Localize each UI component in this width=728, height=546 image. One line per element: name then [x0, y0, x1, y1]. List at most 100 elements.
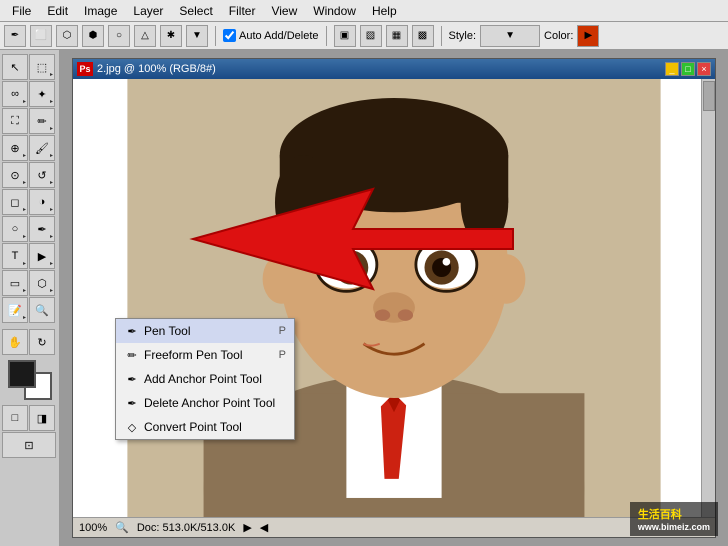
3d-tool[interactable]: ⬡ ▸	[29, 270, 55, 296]
red-arrow	[173, 139, 523, 339]
dropdown-arrow: ▸	[50, 71, 53, 78]
pen-mode-btn-2[interactable]: ⬜	[30, 25, 52, 47]
screen-mode[interactable]: ⊡	[2, 432, 56, 458]
pen-shape-dropdown[interactable]: ▼	[186, 25, 208, 47]
healing-icon: ⊕	[10, 142, 19, 155]
auto-add-delete[interactable]: Auto Add/Delete	[223, 29, 319, 42]
menu-file[interactable]: File	[4, 2, 39, 20]
foreground-color[interactable]	[8, 360, 36, 388]
pen-mode-btn-3[interactable]: ⬡	[56, 25, 78, 47]
eraser-tool[interactable]: ◻ ▸	[2, 189, 28, 215]
tool-row-9: ▭ ▸ ⬡ ▸	[2, 270, 57, 296]
document-title-group: Ps 2.jpg @ 100% (RGB/8#)	[77, 62, 216, 76]
convert-point-icon: ◇	[124, 419, 140, 435]
scrollbar-thumb[interactable]	[703, 81, 715, 111]
dropdown-arrow: ▸	[23, 179, 26, 186]
document-status-bar: 100% 🔍 Doc: 513.0K/513.0K ▶ ◀	[73, 517, 715, 537]
quick-mask-standard[interactable]: □	[2, 405, 28, 431]
color-label: Color:	[544, 30, 573, 42]
history-brush-tool[interactable]: ↺ ▸	[29, 162, 55, 188]
menu-window[interactable]: Window	[305, 2, 364, 20]
menu-item-delete-anchor[interactable]: ✒ Delete Anchor Point Tool	[116, 391, 294, 415]
quick-mask-mode[interactable]: ◨	[29, 405, 55, 431]
dropdown-arrow: ▸	[23, 260, 26, 267]
brush-tool[interactable]: 🖌 ▸	[29, 135, 55, 161]
dropdown-arrow: ▸	[23, 98, 26, 105]
healing-tool[interactable]: ⊕ ▸	[2, 135, 28, 161]
dropdown-arrow: ▸	[50, 152, 53, 159]
menu-layer[interactable]: Layer	[125, 2, 171, 20]
pen-mode-btn-5[interactable]: ○	[108, 25, 130, 47]
hand-icon: ✋	[8, 336, 22, 349]
quick-mask-icon: ◨	[37, 412, 47, 425]
menu-item-freeform-pen[interactable]: ✏ Freeform Pen Tool P	[116, 343, 294, 367]
zoom-icon: 🔍	[35, 304, 49, 317]
dropdown-arrow: ▸	[23, 152, 26, 159]
menu-bar: File Edit Image Layer Select Filter View…	[0, 0, 728, 22]
dodge-tool[interactable]: ○ ▸	[2, 216, 28, 242]
tool-row-3: ⛶ ✏ ▸	[2, 108, 57, 134]
auto-add-delete-checkbox[interactable]	[223, 29, 236, 42]
path-btn-4[interactable]: ▩	[412, 25, 434, 47]
pen-tool-flyout-menu: ✒ Pen Tool P ✏ Freeform Pen Tool P ✒ Add…	[115, 318, 295, 440]
menu-select[interactable]: Select	[171, 2, 220, 20]
menu-item-convert-point[interactable]: ◇ Convert Point Tool	[116, 415, 294, 439]
close-button[interactable]: ×	[697, 62, 711, 76]
convert-point-label: Convert Point Tool	[144, 420, 242, 434]
crop-icon: ⛶	[11, 115, 19, 128]
color-swatch[interactable]: ▶	[577, 25, 599, 47]
status-icon: 🔍	[115, 521, 129, 534]
maximize-button[interactable]: □	[681, 62, 695, 76]
tool-row-10: 📝 ▸ 🔍	[2, 297, 57, 323]
menu-item-add-anchor[interactable]: ✒ Add Anchor Point Tool	[116, 367, 294, 391]
style-dropdown[interactable]: ▼	[480, 25, 540, 47]
menu-help[interactable]: Help	[364, 2, 405, 20]
notes-tool[interactable]: 📝 ▸	[2, 297, 28, 323]
dropdown-arrow: ▸	[23, 233, 26, 240]
lasso-tool[interactable]: ∞ ▸	[2, 81, 28, 107]
status-arrow: ▶	[243, 521, 251, 534]
convert-point-label-group: ◇ Convert Point Tool	[124, 419, 242, 435]
pen-mode-btn-1[interactable]: ✒	[4, 25, 26, 47]
vertical-scrollbar[interactable]	[701, 79, 715, 517]
magic-wand-tool[interactable]: ✦ ▸	[29, 81, 55, 107]
hand-tool[interactable]: ✋	[2, 329, 28, 355]
menu-edit[interactable]: Edit	[39, 2, 76, 20]
path-btn-2[interactable]: ▧	[360, 25, 382, 47]
rectangle-select-tool[interactable]: ⬚ ▸	[29, 54, 55, 80]
path-btn-3[interactable]: ▦	[386, 25, 408, 47]
watermark-url: www.bimeiz.com	[638, 522, 710, 532]
delete-anchor-label: Delete Anchor Point Tool	[144, 396, 275, 410]
menu-image[interactable]: Image	[76, 2, 125, 20]
gradient-tool[interactable]: ◑ ▸	[29, 189, 55, 215]
minimize-button[interactable]: _	[665, 62, 679, 76]
zoom-tool[interactable]: 🔍	[29, 297, 55, 323]
pen-tool[interactable]: ✒ ▸	[29, 216, 55, 242]
pen-mode-btn-7[interactable]: ✱	[160, 25, 182, 47]
rect-shape-tool[interactable]: ▭ ▸	[2, 270, 28, 296]
dropdown-arrow: ▸	[50, 98, 53, 105]
color-swatch-area	[8, 360, 52, 400]
move-icon: ↖	[10, 61, 19, 74]
delete-anchor-icon: ✒	[124, 395, 140, 411]
pen-mode-btn-6[interactable]: △	[134, 25, 156, 47]
auto-add-delete-label: Auto Add/Delete	[239, 30, 319, 42]
crop-tool[interactable]: ⛶	[2, 108, 28, 134]
menu-filter[interactable]: Filter	[221, 2, 264, 20]
clone-stamp-tool[interactable]: ⊙ ▸	[2, 162, 28, 188]
menu-view[interactable]: View	[263, 2, 305, 20]
tool-row-7: ○ ▸ ✒ ▸	[2, 216, 57, 242]
status-scroll-arrow: ◀	[260, 521, 268, 534]
pen-mode-btn-4[interactable]: ⬢	[82, 25, 104, 47]
path-btn-1[interactable]: ▣	[334, 25, 356, 47]
eyedropper-tool[interactable]: ✏ ▸	[29, 108, 55, 134]
rotate-view-tool[interactable]: ↻	[29, 329, 55, 355]
type-tool[interactable]: T ▸	[2, 243, 28, 269]
path-select-icon: ▶	[38, 250, 46, 263]
path-select-tool[interactable]: ▶ ▸	[29, 243, 55, 269]
main-area: ↖ ⬚ ▸ ∞ ▸ ✦ ▸ ⛶ ✏ ▸	[0, 50, 728, 546]
move-tool[interactable]: ↖	[2, 54, 28, 80]
tool-row-11: ✋ ↻	[2, 329, 57, 355]
dropdown-arrow: ▸	[50, 179, 53, 186]
menu-item-pen-tool[interactable]: ✒ Pen Tool P	[116, 319, 294, 343]
